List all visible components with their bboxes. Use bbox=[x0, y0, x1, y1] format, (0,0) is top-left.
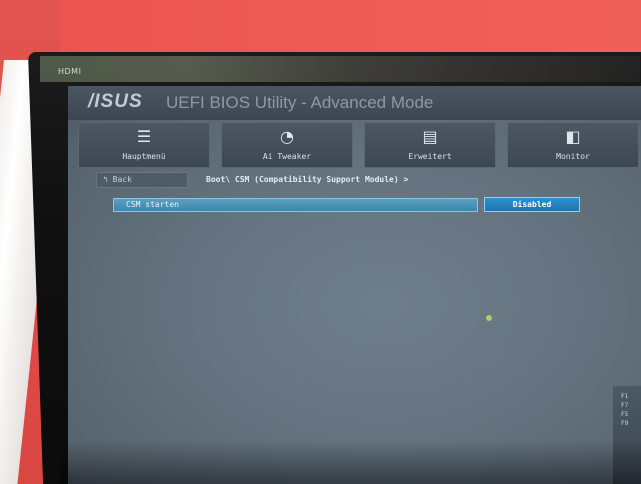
back-button[interactable]: ↰ Back bbox=[96, 172, 188, 188]
list-icon: ☰ bbox=[136, 127, 152, 146]
hdmi-label: HDMI bbox=[58, 67, 82, 76]
tab-label: Monitor bbox=[556, 152, 590, 161]
tweaker-icon: ◔ bbox=[280, 127, 294, 146]
tab-label: Hauptmenü bbox=[122, 152, 166, 161]
monitor-icon: ◧ bbox=[565, 127, 581, 146]
bios-title: UEFI BIOS Utility - Advanced Mode bbox=[166, 93, 434, 112]
mouse-cursor bbox=[486, 315, 492, 321]
tab-main[interactable]: ☰ Hauptmenü bbox=[78, 122, 210, 168]
red-wall bbox=[0, 0, 641, 60]
bios-header: /ISUS UEFI BIOS Utility - Advanced Mode bbox=[68, 86, 641, 120]
setting-label: CSM starten bbox=[126, 200, 179, 209]
tab-label: Erweitert bbox=[408, 152, 452, 161]
advanced-icon: ▤ bbox=[422, 127, 438, 146]
photo-scene: HDMI /ISUS UEFI BIOS Utility - Advanced … bbox=[0, 0, 641, 484]
asus-logo: /ISUS bbox=[88, 91, 143, 112]
tab-ai-tweaker[interactable]: ◔ Ai Tweaker bbox=[221, 122, 353, 168]
tab-advanced[interactable]: ▤ Erweitert bbox=[364, 122, 496, 168]
breadcrumb-bar: ↰ Back Boot\ CSM (Compatibility Support … bbox=[68, 172, 641, 190]
setting-value-dropdown[interactable]: Disabled bbox=[484, 197, 580, 212]
breadcrumb: Boot\ CSM (Compatibility Support Module)… bbox=[206, 175, 409, 184]
tab-monitor[interactable]: ◧ Monitor bbox=[507, 122, 639, 168]
hotkey-list: F1 F7 F5 F9 bbox=[621, 393, 629, 427]
tab-label: Ai Tweaker bbox=[262, 152, 312, 161]
bezel-reflection bbox=[40, 56, 640, 82]
bios-screen: /ISUS UEFI BIOS Utility - Advanced Mode … bbox=[68, 86, 641, 484]
bios-tabs: ☰ Hauptmenü ◔ Ai Tweaker ▤ Erweitert ◧ M… bbox=[78, 122, 641, 170]
csm-setting-row[interactable]: CSM starten bbox=[113, 198, 478, 212]
bottom-shadow bbox=[60, 440, 641, 484]
